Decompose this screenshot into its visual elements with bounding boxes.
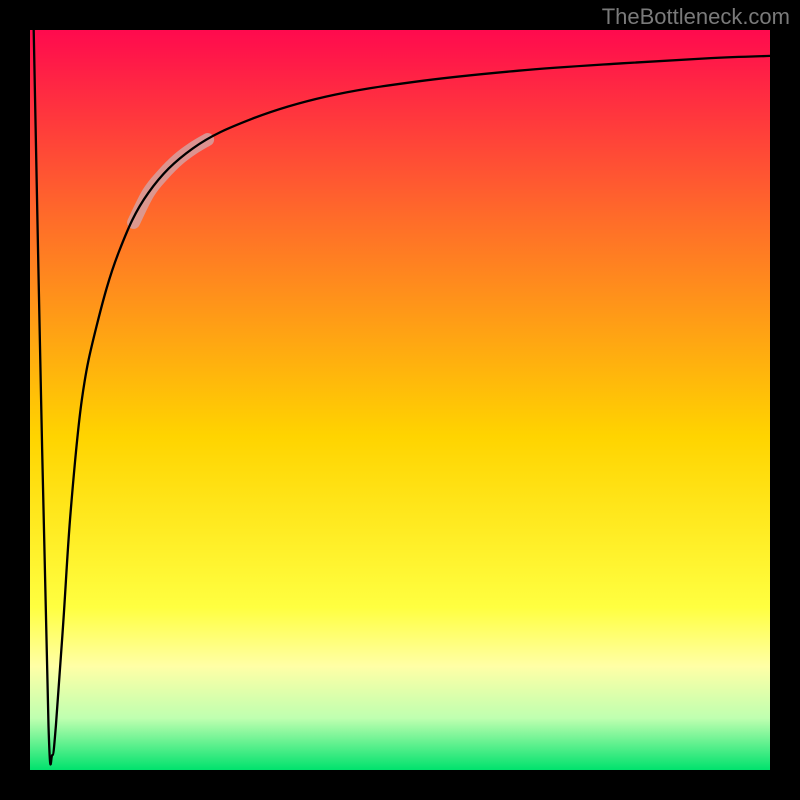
chart-container: TheBottleneck.com	[0, 0, 800, 800]
watermark-text: TheBottleneck.com	[602, 4, 790, 30]
bottleneck-chart	[0, 0, 800, 800]
plot-background	[30, 30, 770, 770]
